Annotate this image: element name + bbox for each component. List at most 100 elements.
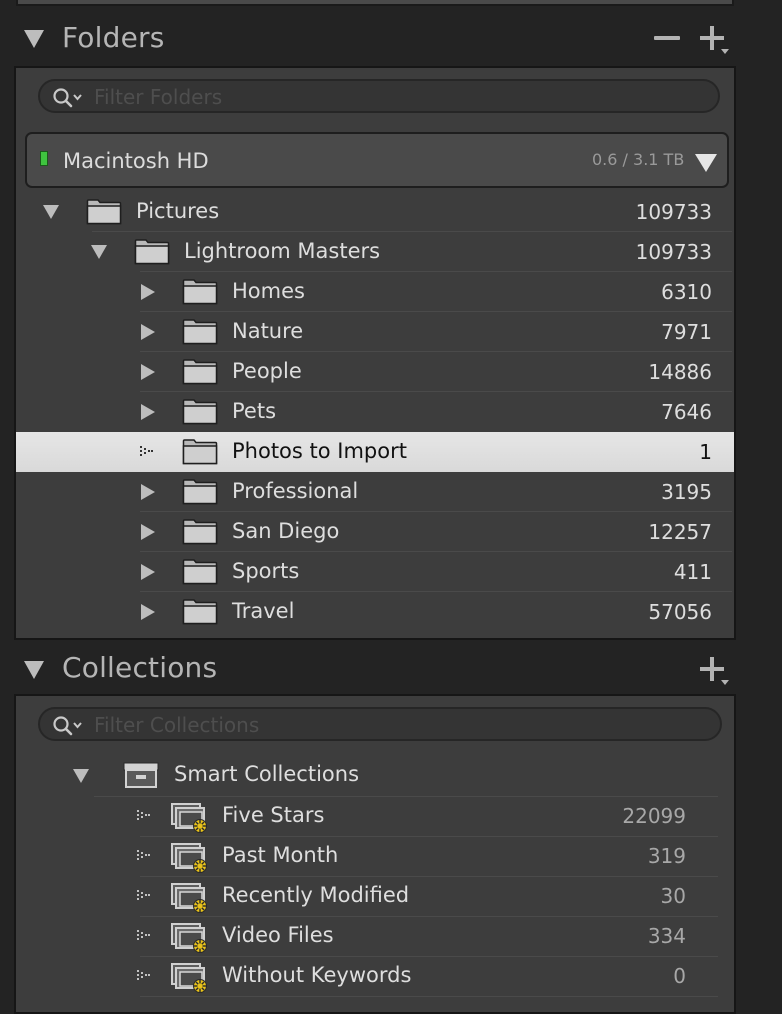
smart-collection-row[interactable]: Recently Modified 30 [16, 876, 734, 916]
folder-label: Sports [232, 559, 300, 583]
folder-icon [182, 599, 218, 625]
folder-icon [182, 359, 218, 385]
folders-panel: Macintosh HD 0.6 / 3.1 TB Pictures 109733… [14, 66, 736, 640]
folder-icon [182, 519, 218, 545]
volume-usage: 0.6 / 3.1 TB [592, 150, 685, 169]
collections-panel-title: Collections [62, 651, 218, 684]
collapse-triangle-icon[interactable] [141, 404, 155, 420]
smart-collection-count: 319 [647, 844, 686, 868]
dotted-arrow-icon [137, 970, 150, 980]
add-folder-button[interactable] [698, 24, 732, 58]
smart-collection-icon [171, 803, 207, 833]
smart-collection-icon [171, 923, 207, 953]
folder-count: 1 [699, 440, 712, 464]
folder-row[interactable]: Travel 57056 [16, 592, 734, 632]
folder-icon [182, 479, 218, 505]
collection-set-row[interactable]: Smart Collections [16, 756, 734, 796]
folder-row[interactable]: Photos to Import 1 [16, 432, 734, 472]
folder-count: 109733 [635, 240, 712, 264]
folder-label: Photos to Import [232, 439, 407, 463]
folders-panel-title: Folders [62, 21, 165, 54]
folder-label: Travel [232, 599, 295, 623]
folder-icon [182, 279, 218, 305]
collapse-triangle-icon[interactable] [141, 524, 155, 540]
folder-row[interactable]: Pictures 109733 [16, 192, 734, 232]
volume-name: Macintosh HD [63, 149, 209, 173]
folder-row[interactable]: Nature 7971 [16, 312, 734, 352]
dotted-arrow-icon [137, 810, 150, 820]
filter-collections-input[interactable] [92, 712, 696, 738]
row-divider [92, 231, 732, 232]
row-divider [140, 311, 732, 312]
folder-row[interactable]: Pets 7646 [16, 392, 734, 432]
row-divider [140, 271, 732, 272]
folder-icon [134, 239, 170, 265]
folder-count: 7971 [661, 320, 712, 344]
dotted-arrow-icon [140, 446, 153, 456]
volume-macintosh-hd[interactable]: Macintosh HD 0.6 / 3.1 TB [25, 132, 729, 188]
smart-collection-row[interactable]: Without Keywords 0 [16, 956, 734, 996]
collections-panel: Smart Collections Five Star [14, 694, 736, 1014]
smart-collection-icon [171, 963, 207, 993]
collapse-triangle-icon[interactable] [141, 484, 155, 500]
chevron-down-icon [721, 680, 729, 685]
folder-count: 411 [673, 560, 712, 584]
folder-row[interactable]: Sports 411 [16, 552, 734, 592]
collapse-triangle-icon[interactable] [141, 564, 155, 580]
filter-folders-field[interactable] [38, 79, 720, 113]
folder-label: Lightroom Masters [184, 239, 381, 263]
folders-collapse-triangle-icon[interactable] [24, 30, 44, 48]
add-collection-button[interactable] [698, 655, 732, 689]
smart-collection-icon [171, 843, 207, 873]
smart-collection-label: Five Stars [222, 803, 325, 827]
remove-folder-button[interactable] [654, 36, 680, 40]
collections-panel-header[interactable]: Collections [0, 645, 782, 693]
smart-collection-label: Past Month [222, 843, 339, 867]
filter-collections-field[interactable] [38, 707, 722, 741]
folder-count: 12257 [648, 520, 712, 544]
smart-collection-count: 334 [647, 924, 686, 948]
folder-icon [182, 319, 218, 345]
expand-triangle-icon[interactable] [91, 245, 107, 259]
folders-panel-header[interactable]: Folders [0, 16, 782, 64]
row-divider [140, 551, 732, 552]
smart-collection-label: Video Files [222, 923, 334, 947]
smart-collection-count: 22099 [622, 804, 686, 828]
folder-icon [86, 199, 122, 225]
smart-collection-row[interactable]: Video Files 334 [16, 916, 734, 956]
filter-folders-input[interactable] [92, 84, 696, 110]
chevron-down-icon [721, 49, 729, 54]
folder-count: 57056 [648, 600, 712, 624]
folder-row[interactable]: Lightroom Masters 109733 [16, 232, 734, 272]
collections-collapse-triangle-icon[interactable] [24, 661, 44, 679]
plus-icon-vertical [710, 26, 714, 50]
smart-collection-row[interactable]: Past Month 319 [16, 836, 734, 876]
folder-row[interactable]: Professional 3195 [16, 472, 734, 512]
folder-row[interactable]: Homes 6310 [16, 272, 734, 312]
collection-set-expand-triangle-icon[interactable] [73, 769, 89, 783]
smart-collection-row[interactable]: Five Stars 22099 [16, 796, 734, 836]
collapse-triangle-icon[interactable] [141, 604, 155, 620]
volume-expand-triangle-icon[interactable] [695, 154, 717, 172]
row-divider [140, 996, 718, 997]
collapse-triangle-icon[interactable] [141, 324, 155, 340]
folder-label: Nature [232, 319, 304, 343]
folder-row[interactable]: San Diego 12257 [16, 512, 734, 552]
folder-label: People [232, 359, 302, 383]
folder-icon [182, 399, 218, 425]
collapse-triangle-icon[interactable] [141, 364, 155, 380]
search-icon [53, 88, 82, 108]
folder-icon [182, 439, 218, 465]
dotted-arrow-icon [137, 850, 150, 860]
folder-label: Homes [232, 279, 305, 303]
row-divider [140, 351, 732, 352]
folder-label: San Diego [232, 519, 340, 543]
folder-row[interactable]: People 14886 [16, 352, 734, 392]
collapse-triangle-icon[interactable] [141, 284, 155, 300]
smart-collection-label: Recently Modified [222, 883, 410, 907]
folder-count: 6310 [661, 280, 712, 304]
search-icon [53, 716, 82, 736]
folder-label: Pictures [136, 199, 220, 223]
folder-count: 14886 [648, 360, 712, 384]
expand-triangle-icon[interactable] [43, 205, 59, 219]
